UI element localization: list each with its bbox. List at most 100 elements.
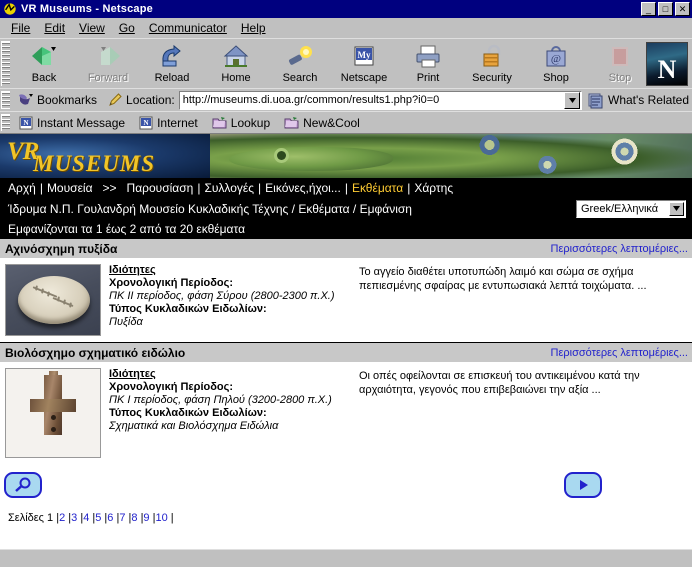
nav-item-ekthemata[interactable]: Εκθέματα <box>352 181 403 195</box>
menu-help-label: Help <box>240 20 266 35</box>
security-button-label: Security <box>472 72 512 84</box>
page-link-8[interactable]: 8 <box>131 512 137 524</box>
whats-related-button[interactable]: What's Related <box>582 92 692 109</box>
search-button[interactable]: Search <box>268 41 332 87</box>
bookmarks-label: Bookmarks <box>37 93 98 107</box>
more-details-link[interactable]: Περισσότερες λεπτομέριες... <box>551 243 688 255</box>
result-thumbnail-wrap <box>5 264 101 336</box>
netscape-logo[interactable]: N <box>646 42 688 86</box>
page-link-7[interactable]: 7 <box>119 512 125 524</box>
forward-button[interactable]: Forward <box>76 41 140 87</box>
menu-edit[interactable]: Edit <box>37 19 72 37</box>
period-label: Χρονολογική Περίοδος: <box>109 277 234 289</box>
menu-help[interactable]: Help <box>234 19 273 37</box>
back-button[interactable]: Back <box>12 41 76 87</box>
page-link-9[interactable]: 9 <box>143 512 149 524</box>
internet-icon: N <box>139 116 153 129</box>
whats-related-label: What's Related <box>608 93 689 107</box>
menu-file[interactable]: File <box>4 19 37 37</box>
instant-message-button[interactable]: N Instant Message <box>12 116 132 130</box>
search-again-button[interactable] <box>4 472 42 498</box>
menu-go[interactable]: Go <box>112 19 142 37</box>
result-description: Οι οπές οφείλονται σε επισκευή του αντικ… <box>359 370 640 396</box>
page-link-3[interactable]: 3 <box>71 512 77 524</box>
home-button[interactable]: Home <box>204 41 268 87</box>
print-button-label: Print <box>416 72 440 84</box>
site-navigation: Αρχή | Μουσεία >> Παρουσίαση | Συλλογές … <box>0 178 692 198</box>
pagination: Σελίδες 1 |2 |3 |4 |5 |6 |7 |8 |9 |10 | <box>0 508 692 524</box>
location-input[interactable]: http://museums.di.uoa.gr/common/results1… <box>178 90 582 110</box>
page-content: VR MUSEUMS Αρχή | Μουσεία >> Παρουσίαση … <box>0 133 692 549</box>
result-thumbnail-wrap <box>5 368 101 458</box>
reload-button[interactable]: Reload <box>140 41 204 87</box>
language-dropdown-arrow[interactable] <box>669 201 684 216</box>
lookup-button[interactable]: Lookup <box>205 116 277 130</box>
back-button-label: Back <box>31 72 57 84</box>
nav-item-eikones-ixoi[interactable]: Εικόνες,ήχοι... <box>265 181 341 195</box>
more-details-link[interactable]: Περισσότερες λεπτομέριες... <box>551 347 688 359</box>
type-value: Σχηματικά και Βιολόσχημα Ειδώλια <box>109 420 279 432</box>
location-dropdown-button[interactable] <box>564 91 580 109</box>
maximize-button[interactable]: □ <box>658 2 673 16</box>
menu-bar: File Edit View Go Communicator Help <box>0 18 692 38</box>
personal-toolbar-grip[interactable] <box>1 114 10 131</box>
internet-button[interactable]: N Internet <box>132 116 205 130</box>
nav-separator-5: | <box>407 181 411 195</box>
toolbar-grip[interactable] <box>1 41 10 86</box>
minimize-button[interactable]: _ <box>641 2 656 16</box>
properties-title[interactable]: Ιδιότητες <box>109 368 351 381</box>
print-button[interactable]: Print <box>396 41 460 87</box>
close-button[interactable]: ✕ <box>675 2 690 16</box>
menu-edit-label: Edit <box>44 20 66 35</box>
site-banner: VR MUSEUMS <box>0 134 692 178</box>
bookmark-icon <box>19 94 33 105</box>
folder-lookup-icon <box>212 117 227 129</box>
window-controls: _ □ ✕ <box>641 2 690 16</box>
svg-text:My: My <box>358 50 371 60</box>
pyxis-thumbnail[interactable] <box>5 264 101 336</box>
page-link-2[interactable]: 2 <box>59 512 65 524</box>
result-title: Βιολόσχημο σχηματικό ειδώλιο <box>5 345 186 360</box>
menu-view[interactable]: View <box>72 19 112 37</box>
nav-item-sylloges[interactable]: Συλλογές <box>204 181 254 195</box>
lookup-label: Lookup <box>230 115 271 130</box>
personal-toolbar: N Instant Message N Internet Lookup New&… <box>0 111 692 133</box>
stop-button[interactable]: Stop <box>588 41 652 87</box>
site-logo[interactable]: VR MUSEUMS <box>0 134 210 178</box>
language-select[interactable]: Greek/Ελληνικά <box>576 199 686 218</box>
result-count: Εμφανίζονται τα 1 έως 2 από τα 20 εκθέμα… <box>0 219 692 239</box>
nav-chevrons: >> <box>102 181 117 195</box>
whats-related-icon <box>588 93 603 108</box>
shop-button[interactable]: @ Shop <box>524 41 588 87</box>
nav-item-xartis[interactable]: Χάρτης <box>414 181 453 195</box>
security-button[interactable]: Security <box>460 41 524 87</box>
newcool-button[interactable]: New&Cool <box>277 116 367 130</box>
menu-communicator[interactable]: Communicator <box>142 19 234 37</box>
type-value: Πυξίδα <box>109 316 143 328</box>
page-link-5[interactable]: 5 <box>95 512 101 524</box>
nav-item-mouseia[interactable]: Μουσεία <box>47 181 93 195</box>
figurine-thumbnail[interactable] <box>5 368 101 458</box>
logo-museums-text: MUSEUMS <box>33 151 156 176</box>
figurine-hole-2 <box>51 427 56 432</box>
netscape-button-label: Netscape <box>340 72 388 84</box>
location-pencil-icon <box>109 93 122 106</box>
svg-text:@: @ <box>551 53 561 65</box>
home-icon <box>223 45 249 67</box>
nav-item-arxi[interactable]: Αρχή <box>8 181 36 195</box>
result-item: Αχινόσχημη πυξίδα Περισσότερες λεπτομέρι… <box>0 239 692 342</box>
properties-title[interactable]: Ιδιότητες <box>109 264 351 277</box>
nav-item-parousiasi[interactable]: Παρουσίαση <box>127 181 194 195</box>
bookmarks-button[interactable]: Bookmarks <box>12 92 101 108</box>
nav-separator-3: | <box>258 181 262 195</box>
banner-artwork-image <box>210 134 692 178</box>
netscape-button[interactable]: My Netscape <box>332 41 396 87</box>
page-link-6[interactable]: 6 <box>107 512 113 524</box>
page-link-10[interactable]: 10 <box>155 512 167 524</box>
location-toolbar-grip[interactable] <box>1 91 10 109</box>
page-link-1: 1 <box>47 512 54 524</box>
period-value: ΠΚ Ι περίοδος, φάση Πηλού (3200-2800 π.Χ… <box>109 394 332 406</box>
internet-label: Internet <box>157 115 198 130</box>
next-page-button[interactable] <box>564 472 602 498</box>
page-link-4[interactable]: 4 <box>83 512 89 524</box>
